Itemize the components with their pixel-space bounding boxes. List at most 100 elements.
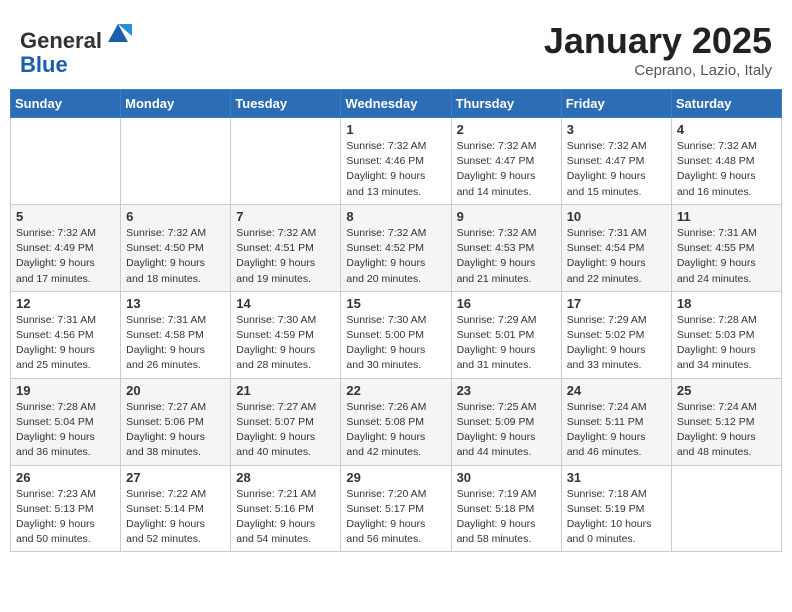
calendar-day-cell: 29Sunrise: 7:20 AM Sunset: 5:17 PM Dayli…	[341, 465, 451, 552]
day-number: 27	[126, 470, 225, 485]
day-info: Sunrise: 7:29 AM Sunset: 5:02 PM Dayligh…	[567, 313, 666, 374]
weekday-header-friday: Friday	[561, 90, 671, 118]
calendar-day-cell: 17 Sunrise: 7:29 AM Sunset: 5:02 PM Dayli…	[561, 291, 671, 378]
day-number: 7	[236, 209, 335, 224]
logo-icon	[104, 20, 132, 48]
calendar-day-cell: 7 Sunrise: 7:32 AM Sunset: 4:51 PM Daylig…	[231, 204, 341, 291]
calendar-day-cell: 16 Sunrise: 7:29 AM Sunset: 5:01 PM Dayli…	[451, 291, 561, 378]
weekday-header-tuesday: Tuesday	[231, 90, 341, 118]
calendar-day-cell: 13Sunrise: 7:31 AM Sunset: 4:58 PM Dayli…	[121, 291, 231, 378]
day-info: Sunrise: 7:32 AM Sunset: 4:47 PM Dayligh…	[457, 139, 556, 200]
calendar-day-cell: 24Sunrise: 7:24 AM Sunset: 5:11 PM Dayli…	[561, 378, 671, 465]
day-info: Sunrise: 7:19 AM Sunset: 5:18 PM Dayligh…	[457, 487, 556, 548]
calendar-day-cell: 3Sunrise: 7:32 AM Sunset: 4:47 PM Daylig…	[561, 118, 671, 205]
day-info: Sunrise: 7:27 AM Sunset: 5:07 PM Dayligh…	[236, 400, 335, 461]
day-info: Sunrise: 7:31 AM Sunset: 4:58 PM Dayligh…	[126, 313, 225, 374]
day-number: 18	[677, 296, 776, 311]
day-number: 2	[457, 122, 556, 137]
calendar-week-row: 26Sunrise: 7:23 AM Sunset: 5:13 PM Dayli…	[11, 465, 782, 552]
calendar-day-cell	[121, 118, 231, 205]
day-number: 23	[457, 383, 556, 398]
day-info: Sunrise: 7:26 AM Sunset: 5:08 PM Dayligh…	[346, 400, 445, 461]
calendar-day-cell	[11, 118, 121, 205]
calendar-day-cell: 12 Sunrise: 7:31 AM Sunset: 4:56 PM Dayli…	[11, 291, 121, 378]
day-info: Sunrise: 7:24 AM Sunset: 5:12 PM Dayligh…	[677, 400, 776, 461]
title-block: January 2025 Ceprano, Lazio, Italy	[544, 20, 772, 79]
calendar-day-cell: 21 Sunrise: 7:27 AM Sunset: 5:07 PM Dayli…	[231, 378, 341, 465]
weekday-header-thursday: Thursday	[451, 90, 561, 118]
day-number: 22	[346, 383, 445, 398]
month-title: January 2025	[544, 20, 772, 62]
calendar-day-cell: 10 Sunrise: 7:31 AM Sunset: 4:54 PM Dayli…	[561, 204, 671, 291]
day-number: 19	[16, 383, 115, 398]
day-info: Sunrise: 7:28 AM Sunset: 5:03 PM Dayligh…	[677, 313, 776, 374]
calendar-day-cell: 18 Sunrise: 7:28 AM Sunset: 5:03 PM Dayli…	[671, 291, 781, 378]
calendar-day-cell: 30 Sunrise: 7:19 AM Sunset: 5:18 PM Dayli…	[451, 465, 561, 552]
day-info: Sunrise: 7:32 AM Sunset: 4:47 PM Dayligh…	[567, 139, 666, 200]
day-info: Sunrise: 7:30 AM Sunset: 5:00 PM Dayligh…	[346, 313, 445, 374]
day-info: Sunrise: 7:31 AM Sunset: 4:54 PM Dayligh…	[567, 226, 666, 287]
day-number: 26	[16, 470, 115, 485]
calendar-week-row: 12 Sunrise: 7:31 AM Sunset: 4:56 PM Dayli…	[11, 291, 782, 378]
day-number: 6	[126, 209, 225, 224]
calendar-week-row: 1 Sunrise: 7:32 AM Sunset: 4:46 PM Daylig…	[11, 118, 782, 205]
day-info: Sunrise: 7:25 AM Sunset: 5:09 PM Dayligh…	[457, 400, 556, 461]
day-info: Sunrise: 7:20 AM Sunset: 5:17 PM Dayligh…	[346, 487, 445, 548]
calendar-day-cell: 1 Sunrise: 7:32 AM Sunset: 4:46 PM Daylig…	[341, 118, 451, 205]
calendar-day-cell: 14 Sunrise: 7:30 AM Sunset: 4:59 PM Dayli…	[231, 291, 341, 378]
day-number: 4	[677, 122, 776, 137]
day-number: 24	[567, 383, 666, 398]
day-number: 9	[457, 209, 556, 224]
day-number: 30	[457, 470, 556, 485]
day-info: Sunrise: 7:22 AM Sunset: 5:14 PM Dayligh…	[126, 487, 225, 548]
day-info: Sunrise: 7:31 AM Sunset: 4:56 PM Dayligh…	[16, 313, 115, 374]
day-number: 16	[457, 296, 556, 311]
day-number: 11	[677, 209, 776, 224]
calendar-day-cell: 23 Sunrise: 7:25 AM Sunset: 5:09 PM Dayli…	[451, 378, 561, 465]
day-number: 31	[567, 470, 666, 485]
calendar-day-cell: 5Sunrise: 7:32 AM Sunset: 4:49 PM Daylig…	[11, 204, 121, 291]
day-info: Sunrise: 7:32 AM Sunset: 4:52 PM Dayligh…	[346, 226, 445, 287]
day-info: Sunrise: 7:28 AM Sunset: 5:04 PM Dayligh…	[16, 400, 115, 461]
day-number: 17	[567, 296, 666, 311]
day-info: Sunrise: 7:29 AM Sunset: 5:01 PM Dayligh…	[457, 313, 556, 374]
day-number: 1	[346, 122, 445, 137]
weekday-header-wednesday: Wednesday	[341, 90, 451, 118]
calendar-day-cell: 31Sunrise: 7:18 AM Sunset: 5:19 PM Dayli…	[561, 465, 671, 552]
day-info: Sunrise: 7:32 AM Sunset: 4:50 PM Dayligh…	[126, 226, 225, 287]
calendar-day-cell: 25 Sunrise: 7:24 AM Sunset: 5:12 PM Dayli…	[671, 378, 781, 465]
day-info: Sunrise: 7:32 AM Sunset: 4:53 PM Dayligh…	[457, 226, 556, 287]
day-number: 12	[16, 296, 115, 311]
page-header: General Blue January 2025 Ceprano, Lazio…	[10, 10, 782, 85]
calendar-day-cell: 19 Sunrise: 7:28 AM Sunset: 5:04 PM Dayli…	[11, 378, 121, 465]
calendar-day-cell: 4 Sunrise: 7:32 AM Sunset: 4:48 PM Daylig…	[671, 118, 781, 205]
day-info: Sunrise: 7:32 AM Sunset: 4:51 PM Dayligh…	[236, 226, 335, 287]
calendar-day-cell: 15 Sunrise: 7:30 AM Sunset: 5:00 PM Dayli…	[341, 291, 451, 378]
day-info: Sunrise: 7:32 AM Sunset: 4:48 PM Dayligh…	[677, 139, 776, 200]
day-number: 20	[126, 383, 225, 398]
calendar-day-cell: 20Sunrise: 7:27 AM Sunset: 5:06 PM Dayli…	[121, 378, 231, 465]
logo-blue: Blue	[20, 52, 68, 77]
calendar-day-cell: 22 Sunrise: 7:26 AM Sunset: 5:08 PM Dayli…	[341, 378, 451, 465]
day-info: Sunrise: 7:32 AM Sunset: 4:49 PM Dayligh…	[16, 226, 115, 287]
day-number: 25	[677, 383, 776, 398]
day-info: Sunrise: 7:32 AM Sunset: 4:46 PM Dayligh…	[346, 139, 445, 200]
calendar-day-cell: 11Sunrise: 7:31 AM Sunset: 4:55 PM Dayli…	[671, 204, 781, 291]
calendar-day-cell: 26Sunrise: 7:23 AM Sunset: 5:13 PM Dayli…	[11, 465, 121, 552]
day-info: Sunrise: 7:21 AM Sunset: 5:16 PM Dayligh…	[236, 487, 335, 548]
calendar-week-row: 19 Sunrise: 7:28 AM Sunset: 5:04 PM Dayli…	[11, 378, 782, 465]
day-info: Sunrise: 7:30 AM Sunset: 4:59 PM Dayligh…	[236, 313, 335, 374]
weekday-header-saturday: Saturday	[671, 90, 781, 118]
day-number: 28	[236, 470, 335, 485]
calendar-week-row: 5Sunrise: 7:32 AM Sunset: 4:49 PM Daylig…	[11, 204, 782, 291]
day-number: 15	[346, 296, 445, 311]
weekday-header-row: SundayMondayTuesdayWednesdayThursdayFrid…	[11, 90, 782, 118]
calendar-day-cell: 9 Sunrise: 7:32 AM Sunset: 4:53 PM Daylig…	[451, 204, 561, 291]
weekday-header-sunday: Sunday	[11, 90, 121, 118]
day-number: 14	[236, 296, 335, 311]
calendar-day-cell: 6 Sunrise: 7:32 AM Sunset: 4:50 PM Daylig…	[121, 204, 231, 291]
day-number: 21	[236, 383, 335, 398]
calendar-day-cell: 27 Sunrise: 7:22 AM Sunset: 5:14 PM Dayli…	[121, 465, 231, 552]
day-number: 10	[567, 209, 666, 224]
calendar-day-cell: 28 Sunrise: 7:21 AM Sunset: 5:16 PM Dayli…	[231, 465, 341, 552]
